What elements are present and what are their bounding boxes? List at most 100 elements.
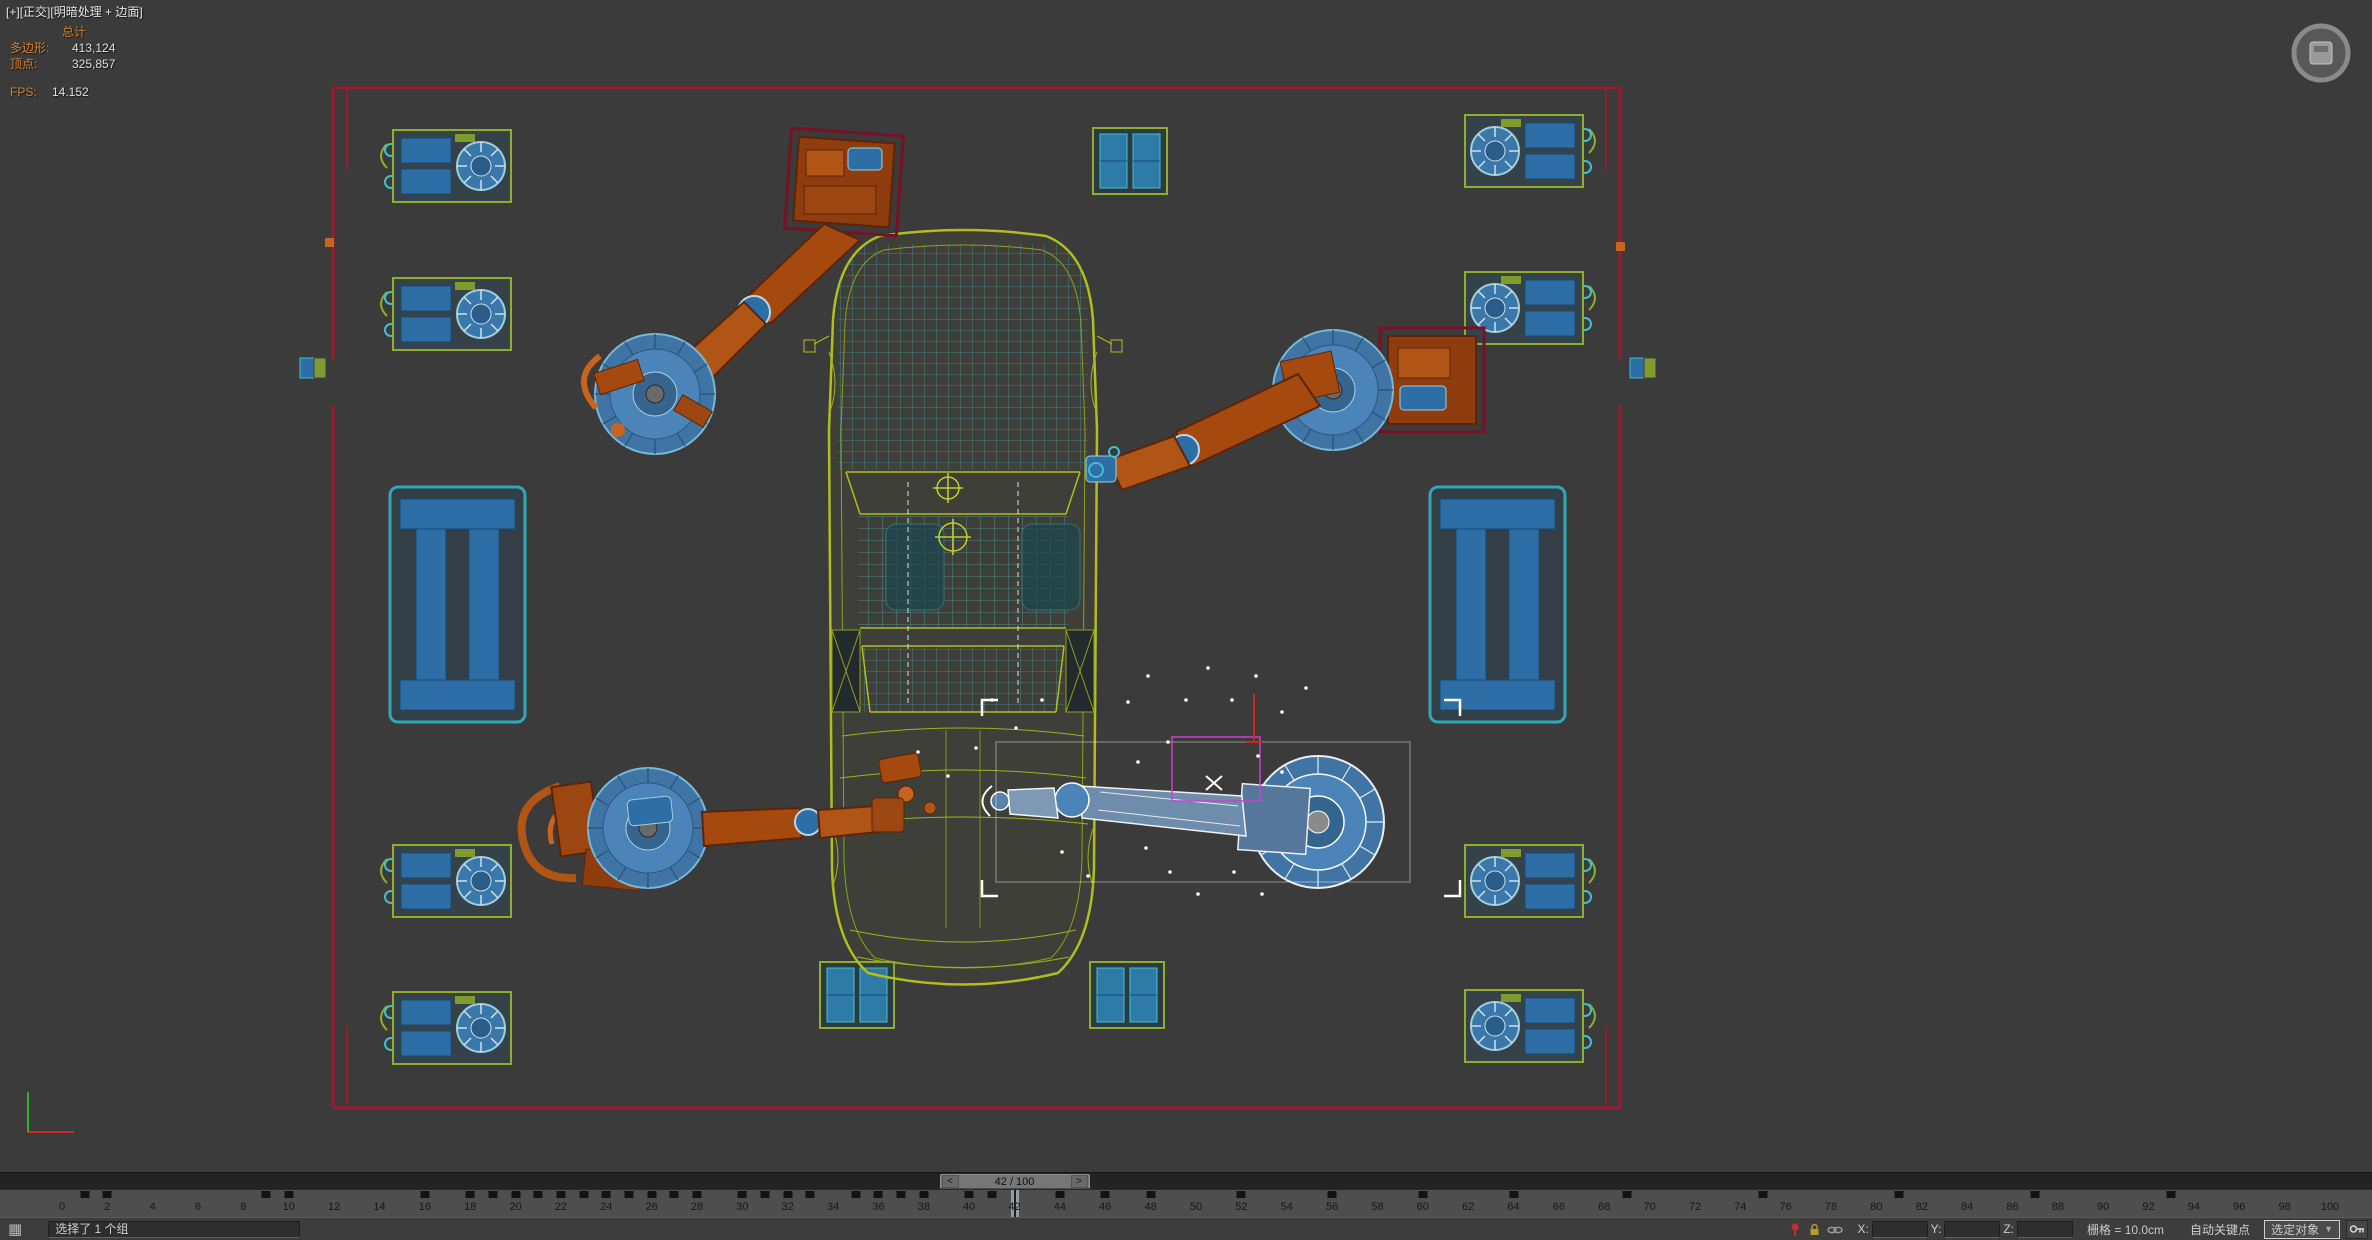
track-bar-key[interactable] xyxy=(579,1191,589,1198)
x-label: X: xyxy=(1857,1222,1869,1236)
ruler-frame-label: 28 xyxy=(690,1201,704,1213)
ruler-frame-label: 64 xyxy=(1507,1201,1520,1213)
status-bar: ▦ 选择了 1 个组 X: Y: Z: 栅格 = 10.0cm 自动关键点 选定… xyxy=(0,1217,2372,1240)
track-bar-key[interactable] xyxy=(511,1191,521,1198)
ruler-frame-label: 56 xyxy=(1325,1201,1339,1213)
ruler-frame-label: 54 xyxy=(1280,1201,1293,1213)
time-slider-track[interactable]: < 42 / 100 > xyxy=(0,1172,2372,1189)
robot-arm-right[interactable] xyxy=(1085,326,1486,492)
ruler-frame-label: 96 xyxy=(2233,1201,2246,1213)
track-bar-key[interactable] xyxy=(2166,1191,2176,1198)
track-bar-key[interactable] xyxy=(1055,1191,1065,1198)
steering-wheel-icon[interactable] xyxy=(2290,22,2352,89)
track-bar-key[interactable] xyxy=(420,1191,430,1198)
red-helper xyxy=(1246,694,1262,743)
track-bar-key[interactable] xyxy=(533,1191,543,1198)
ruler-frame-label: 58 xyxy=(1371,1201,1384,1213)
ruler-frame-label: 40 xyxy=(963,1201,976,1213)
ruler-frame-label: 44 xyxy=(1053,1201,1067,1213)
scene-explorer-toggle-icon[interactable]: ▦ xyxy=(8,1220,22,1238)
prev-frame-button[interactable]: < xyxy=(941,1175,959,1188)
set-key-button[interactable] xyxy=(2346,1219,2368,1239)
track-bar-key[interactable] xyxy=(1894,1191,1904,1198)
track-bar-key[interactable] xyxy=(692,1191,702,1198)
track-bar-key[interactable] xyxy=(284,1191,294,1198)
ruler-frame-label: 4 xyxy=(149,1201,156,1213)
track-bar-key[interactable] xyxy=(2030,1191,2040,1198)
stats-fps-row: FPS: 14.152 xyxy=(10,85,89,99)
timeline-ruler[interactable]: 0 2 4 6 8 10 12 14 16 18 20 22 24 26 28 30 32 34 36 38 40 42 4… xyxy=(0,1189,2372,1217)
viewport-scene[interactable] xyxy=(0,0,2372,1172)
ruler-frame-label: 34 xyxy=(826,1201,840,1213)
track-bar-key[interactable] xyxy=(669,1191,679,1198)
track-bar-key[interactable] xyxy=(488,1191,498,1198)
auto-key-button[interactable]: 自动关键点 xyxy=(2182,1220,2258,1239)
track-bar-key[interactable] xyxy=(261,1191,271,1198)
track-bar-key[interactable] xyxy=(1418,1191,1428,1198)
ruler-frame-label: 46 xyxy=(1099,1201,1112,1213)
x-coordinate-field[interactable] xyxy=(1871,1220,1928,1238)
ruler-frame-label: 60 xyxy=(1416,1201,1429,1213)
track-bar-key[interactable] xyxy=(805,1191,815,1198)
fence-gate-marker-right[interactable] xyxy=(1616,242,1657,379)
ruler-frame-label: 26 xyxy=(645,1201,658,1213)
track-bar-key[interactable] xyxy=(783,1191,793,1198)
key-filter-dropdown[interactable]: 选定对象 ▼ xyxy=(2264,1219,2340,1239)
car-body-wireframe[interactable] xyxy=(803,228,1123,986)
track-bar-key[interactable] xyxy=(1327,1191,1337,1198)
selection-lock-icon[interactable] xyxy=(1807,1222,1822,1237)
pin-icon[interactable] xyxy=(1788,1222,1802,1237)
viewport-general-menu[interactable]: [+] xyxy=(6,5,20,19)
viewport[interactable]: [+][正交][明暗处理 + 边面] 总计 多边形: 413,124 顶点: 3… xyxy=(0,0,2372,1172)
pivot-cross xyxy=(1205,775,1223,791)
ruler-frame-label: 6 xyxy=(195,1201,202,1213)
track-bar-key[interactable] xyxy=(80,1191,90,1198)
ruler-frame-label: 18 xyxy=(464,1201,477,1213)
ruler-frame-label: 70 xyxy=(1643,1201,1656,1213)
current-frame-display: 42 / 100 xyxy=(994,1175,1035,1188)
track-bar-key[interactable] xyxy=(1622,1191,1632,1198)
track-bar-key[interactable] xyxy=(760,1191,770,1198)
ruler-frame-label: 12 xyxy=(328,1201,341,1213)
fence-gate-marker-left[interactable] xyxy=(299,238,334,379)
track-bar-key[interactable] xyxy=(851,1191,861,1198)
track-bar-key[interactable] xyxy=(987,1191,997,1198)
z-coordinate-field[interactable] xyxy=(2017,1220,2074,1238)
track-bar-key[interactable] xyxy=(1236,1191,1246,1198)
xyz-link-icon[interactable] xyxy=(1827,1222,1844,1237)
track-bar-key[interactable] xyxy=(624,1191,634,1198)
track-bar-key[interactable] xyxy=(1758,1191,1768,1198)
viewport-pov-menu[interactable]: [正交] xyxy=(20,5,51,19)
stats-verts-row: 顶点: 325,857 xyxy=(10,57,116,71)
ruler-frame-label: 42 xyxy=(1008,1201,1021,1213)
ruler-frame-label: 98 xyxy=(2278,1201,2291,1213)
track-bar-key[interactable] xyxy=(1509,1191,1519,1198)
track-bar-key[interactable] xyxy=(896,1191,906,1198)
viewport-shading-menu[interactable]: [明暗处理 + 边面] xyxy=(50,5,142,19)
track-bar-key[interactable] xyxy=(873,1191,883,1198)
ruler-frame-label: 68 xyxy=(1598,1201,1611,1213)
ruler-frame-label: 86 xyxy=(2006,1201,2019,1213)
track-bar-key[interactable] xyxy=(1100,1191,1110,1198)
track-bar-key[interactable] xyxy=(102,1191,112,1198)
track-bar-key[interactable] xyxy=(737,1191,747,1198)
world-axis-tripod xyxy=(27,1092,74,1133)
ruler-frame-label: 100 xyxy=(2320,1201,2340,1213)
time-slider-handle[interactable]: < 42 / 100 > xyxy=(939,1174,1090,1189)
track-bar-key[interactable] xyxy=(465,1191,475,1198)
track-bar-key[interactable] xyxy=(556,1191,566,1198)
track-bar-key[interactable] xyxy=(601,1191,611,1198)
next-frame-button[interactable]: > xyxy=(1070,1175,1088,1188)
track-bar-key[interactable] xyxy=(964,1191,974,1198)
y-label: Y: xyxy=(1930,1222,1942,1236)
key-icon xyxy=(2349,1225,2364,1233)
track-bar-key[interactable] xyxy=(1146,1191,1156,1198)
ruler-frame-label: 78 xyxy=(1824,1201,1838,1213)
ruler-frame-label: 22 xyxy=(554,1201,568,1213)
track-bar-key[interactable] xyxy=(647,1191,657,1198)
ruler-frame-label: 52 xyxy=(1235,1201,1248,1213)
track-bar-key[interactable] xyxy=(919,1191,929,1198)
ruler-frame-label: 92 xyxy=(2142,1201,2155,1213)
ruler-frame-label: 50 xyxy=(1189,1201,1203,1213)
y-coordinate-field[interactable] xyxy=(1944,1220,2001,1238)
